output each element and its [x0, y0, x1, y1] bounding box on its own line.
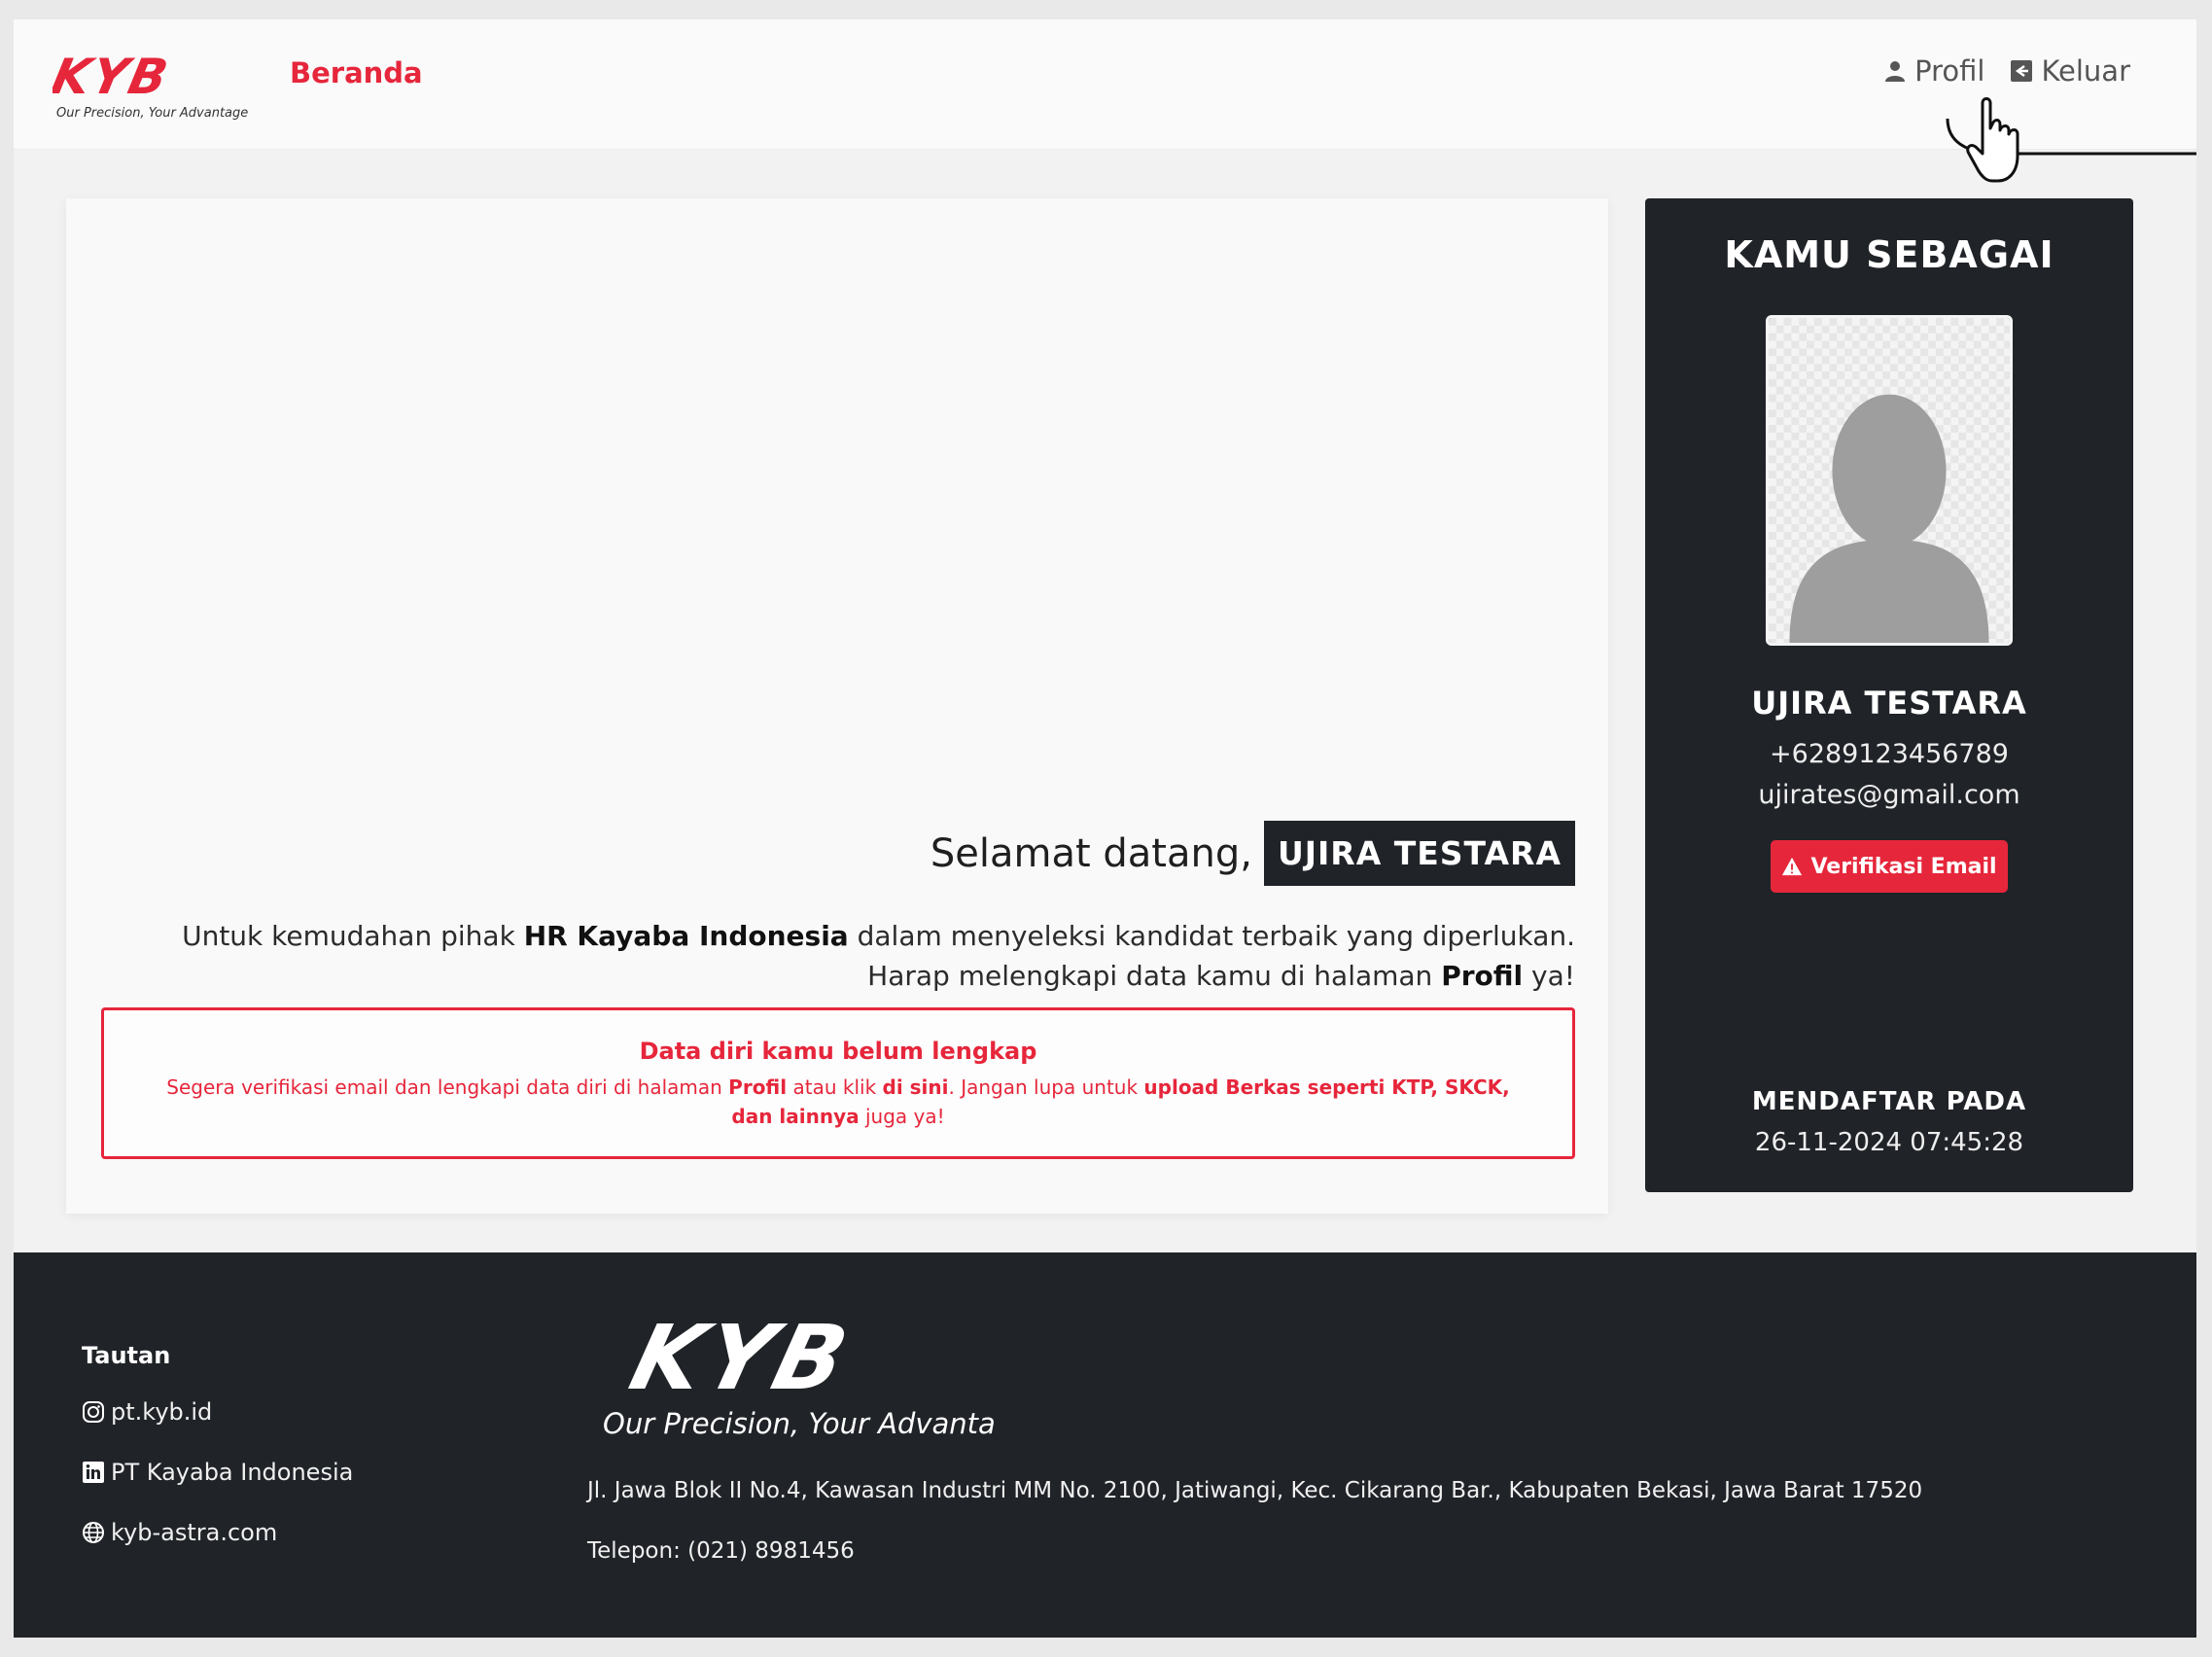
nav-keluar-link[interactable]: Keluar [2010, 54, 2130, 88]
alert-here-link[interactable]: di sini [883, 1075, 949, 1099]
nav-keluar-label: Keluar [2041, 54, 2130, 88]
intro-text-3: ya! [1523, 960, 1575, 992]
footer-link-linkedin[interactable]: PT Kayaba Indonesia [82, 1459, 353, 1486]
incomplete-data-alert: Data diri kamu belum lengkap Segera veri… [101, 1007, 1575, 1159]
alert-body: Segera verifikasi email dan lengkapi dat… [158, 1073, 1519, 1131]
globe-icon [83, 1522, 104, 1543]
footer-links-title: Tautan [82, 1342, 171, 1369]
welcome-user-name: UJIRA TESTARA [1263, 821, 1575, 886]
linkedin-icon [83, 1462, 104, 1483]
instagram-icon [83, 1401, 104, 1423]
profile-summary-card: KAMU SEBAGAI UJIRA TESTARA +628912345678… [1645, 198, 2133, 1192]
welcome-heading: Selamat datang, UJIRA TESTARA [930, 821, 1575, 886]
svg-text:Our Precision, Your Advantage: Our Precision, Your Advantage [56, 106, 248, 121]
footer-link-label: pt.kyb.id [111, 1398, 213, 1426]
svg-text:KYB: KYB [53, 49, 174, 105]
logout-icon [2011, 60, 2033, 82]
profile-card-title: KAMU SEBAGAI [1724, 233, 2054, 276]
welcome-greeting: Selamat datang, [930, 830, 1252, 876]
profile-phone: +6289123456789 [1770, 739, 2009, 769]
alert-text-2: atau klik [787, 1075, 883, 1099]
svg-text:KYB: KYB [620, 1311, 860, 1411]
alert-text-1: Segera verifikasi email dan lengkapi dat… [166, 1075, 729, 1099]
footer-link-website[interactable]: kyb-astra.com [82, 1519, 277, 1546]
profile-email: ujirates@gmail.com [1758, 780, 2020, 810]
footer-link-label: PT Kayaba Indonesia [111, 1459, 354, 1486]
intro-profil: Profil [1441, 960, 1524, 992]
alert-title: Data diri kamu belum lengkap [639, 1038, 1037, 1065]
alert-text-3: . Jangan lupa untuk [948, 1075, 1144, 1099]
intro-company: HR Kayaba Indonesia [523, 920, 849, 952]
kyb-footer-logo: KYB Our Precision, Your Advantage [603, 1311, 996, 1440]
footer-address: Jl. Jawa Blok II No.4, Kawasan Industri … [587, 1478, 1923, 1503]
welcome-intro-text: Untuk kemudahan pihak HR Kayaba Indonesi… [156, 916, 1575, 996]
user-icon [1885, 61, 1906, 82]
kyb-logo[interactable]: KYB Our Precision, Your Advantage [53, 41, 257, 128]
footer: Tautan pt.kyb.id PT Kayaba Indonesia kyb… [14, 1252, 2196, 1638]
footer-phone: Telepon: (021) 8981456 [587, 1538, 855, 1564]
welcome-card: Selamat datang, UJIRA TESTARA Untuk kemu… [66, 198, 1608, 1214]
footer-link-instagram[interactable]: pt.kyb.id [82, 1398, 212, 1426]
top-navbar: KYB Our Precision, Your Advantage Berand… [14, 19, 2196, 150]
avatar-placeholder-icon [1769, 318, 2010, 643]
registered-label: MENDAFTAR PADA [1751, 1087, 2027, 1116]
nav-beranda-link[interactable]: Beranda [290, 56, 423, 89]
avatar [1766, 315, 2013, 646]
profile-name: UJIRA TESTARA [1751, 685, 2027, 722]
page: KYB Our Precision, Your Advantage Berand… [14, 19, 2196, 1638]
footer-link-label: kyb-astra.com [111, 1519, 278, 1546]
intro-text-1: Untuk kemudahan pihak [182, 920, 524, 952]
nav-right-group: Profil Keluar [1883, 54, 2130, 88]
verify-email-label: Verifikasi Email [1810, 854, 1997, 879]
registered-date: 26-11-2024 07:45:28 [1754, 1128, 2024, 1157]
svg-text:Our Precision, Your Advantage: Our Precision, Your Advantage [603, 1407, 996, 1440]
alert-profil-text: Profil [728, 1075, 788, 1099]
verify-email-button[interactable]: Verifikasi Email [1771, 840, 2008, 893]
nav-profil-label: Profil [1914, 54, 1985, 88]
alert-text-4: juga ya! [859, 1105, 945, 1128]
warning-icon [1782, 857, 1803, 876]
nav-profil-link[interactable]: Profil [1883, 54, 1984, 88]
